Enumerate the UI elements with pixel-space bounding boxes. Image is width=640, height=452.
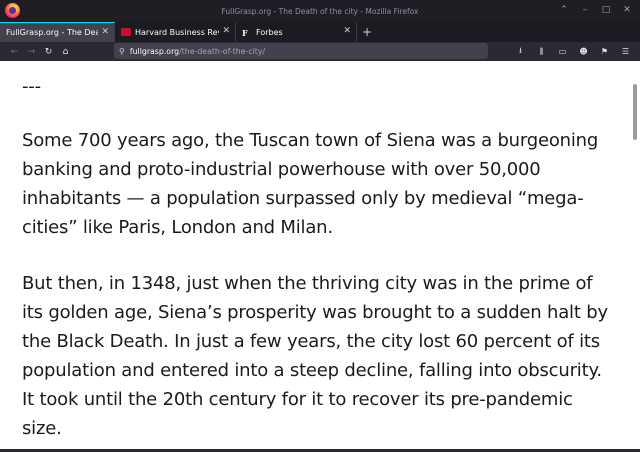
- toolbar-right: ⭳ ⫼ ▭ ☻ ⚑ ☰: [512, 43, 634, 60]
- forward-arrow-icon: →: [27, 46, 36, 57]
- paragraph-1: Some 700 years ago, the Tuscan town of S…: [22, 130, 599, 238]
- hbr-icon: [121, 28, 131, 36]
- minimize-icon[interactable]: –: [580, 5, 590, 15]
- sidebar-icon: ▭: [558, 47, 567, 56]
- tab-forbes[interactable]: F Forbes ✕: [236, 22, 357, 42]
- hamburger-menu-icon: ☰: [621, 47, 630, 56]
- menu-button[interactable]: ☰: [617, 43, 634, 60]
- downloads-button[interactable]: ⭳: [512, 43, 529, 60]
- tab-label: Forbes: [256, 27, 283, 37]
- url-host: fullgrasp.org: [129, 46, 180, 56]
- article-body: --- Some 700 years ago, the Tuscan town …: [22, 72, 612, 452]
- search-icon: ⚲: [119, 46, 125, 56]
- url-path: /the-death-of-the-city/: [179, 46, 266, 56]
- tab-hbr[interactable]: Harvard Business Review ✕: [115, 22, 236, 42]
- reload-button[interactable]: ↻: [40, 43, 57, 60]
- close-window-icon[interactable]: ✕: [622, 5, 632, 15]
- close-tab-icon[interactable]: ✕: [343, 26, 351, 36]
- home-button[interactable]: ⌂: [57, 43, 74, 60]
- back-arrow-icon: ←: [10, 46, 19, 57]
- close-tab-icon[interactable]: ✕: [101, 27, 109, 37]
- tab-label: Harvard Business Review: [135, 27, 219, 37]
- tab-bar: FullGrasp.org - The Death of ✕ Harvard B…: [0, 22, 640, 42]
- url-bar[interactable]: ⚲ fullgrasp.org/the-death-of-the-city/: [114, 43, 488, 59]
- extensions-button[interactable]: ⚑: [596, 43, 613, 60]
- window-title: FullGrasp.org - The Death of the city - …: [221, 6, 419, 16]
- sidebar-button[interactable]: ▭: [554, 43, 571, 60]
- navigation-toolbar: ← → ↻ ⌂ ⚲ fullgrasp.org/the-death-of-the…: [0, 42, 640, 61]
- separator-text: ---: [22, 76, 41, 97]
- library-button[interactable]: ⫼: [533, 43, 550, 60]
- scrollbar-thumb[interactable]: [633, 84, 637, 140]
- home-icon: ⌂: [62, 46, 69, 57]
- paragraph-2: But then, in 1348, just when the thrivin…: [22, 273, 608, 439]
- tab-label: FullGrasp.org - The Death of: [6, 28, 98, 37]
- close-tab-icon[interactable]: ✕: [222, 26, 230, 36]
- account-button[interactable]: ☻: [575, 43, 592, 60]
- window-titlebar: FullGrasp.org - The Death of the city - …: [0, 0, 640, 22]
- firefox-logo-icon: [5, 3, 20, 18]
- forward-button[interactable]: →: [23, 43, 40, 60]
- page-content: --- Some 700 years ago, the Tuscan town …: [0, 61, 640, 452]
- plus-icon: +: [361, 25, 373, 39]
- forbes-icon: F: [242, 28, 248, 38]
- tab-fullgrasp[interactable]: FullGrasp.org - The Death of ✕: [0, 22, 115, 42]
- maximize-icon[interactable]: □: [601, 5, 611, 15]
- window-controls: ⌃ – □ ✕: [559, 5, 632, 15]
- back-button[interactable]: ←: [6, 43, 23, 60]
- library-icon: ⫼: [539, 46, 544, 56]
- account-icon: ☻: [579, 47, 588, 56]
- reload-icon: ↻: [44, 46, 53, 57]
- new-tab-button[interactable]: +: [357, 22, 377, 42]
- gift-icon: ⚑: [600, 47, 609, 56]
- download-icon: ⭳: [519, 45, 522, 55]
- chevron-up-icon[interactable]: ⌃: [559, 5, 569, 15]
